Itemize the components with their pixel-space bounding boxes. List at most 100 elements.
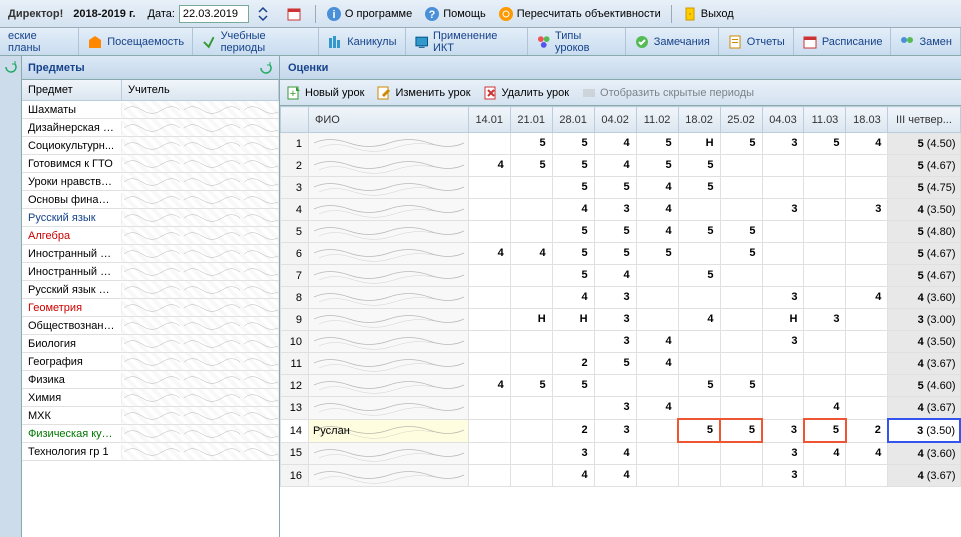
grade-cell[interactable] bbox=[804, 375, 846, 397]
grade-cell[interactable] bbox=[804, 353, 846, 375]
grade-cell[interactable]: 5 bbox=[594, 353, 636, 375]
grade-cell[interactable]: 4 bbox=[552, 287, 594, 309]
grade-cell[interactable]: 3 bbox=[762, 419, 804, 442]
grade-cell[interactable]: 4 bbox=[636, 353, 678, 375]
grade-cell[interactable] bbox=[636, 465, 678, 487]
grade-cell[interactable]: 4 bbox=[468, 155, 510, 177]
grade-cell[interactable]: 5 bbox=[720, 221, 762, 243]
subject-row[interactable]: Готовимся к ГТО bbox=[22, 155, 279, 173]
grade-cell[interactable] bbox=[510, 265, 552, 287]
refresh-subjects-icon[interactable] bbox=[259, 61, 273, 75]
grade-cell[interactable]: 3 bbox=[762, 287, 804, 309]
grade-cell[interactable] bbox=[678, 243, 720, 265]
subject-row[interactable]: Иностранный яз... bbox=[22, 263, 279, 281]
nav-ikt[interactable]: Применение ИКТ bbox=[406, 28, 528, 55]
grade-cell[interactable]: 4 bbox=[594, 133, 636, 155]
grade-cell[interactable] bbox=[468, 331, 510, 353]
subject-row[interactable]: Технология гр 1 bbox=[22, 443, 279, 461]
subject-row[interactable]: Иностранный яз... bbox=[22, 245, 279, 263]
grade-cell[interactable]: 3 bbox=[762, 199, 804, 221]
grade-cell[interactable]: 5 bbox=[720, 243, 762, 265]
grade-cell[interactable] bbox=[846, 243, 888, 265]
grade-cell[interactable] bbox=[846, 265, 888, 287]
grade-cell[interactable]: 3 bbox=[594, 199, 636, 221]
grade-cell[interactable]: 5 bbox=[552, 221, 594, 243]
grade-cell[interactable] bbox=[762, 243, 804, 265]
about-button[interactable]: iО программе bbox=[326, 6, 412, 22]
grade-cell[interactable] bbox=[804, 465, 846, 487]
grade-cell[interactable]: 2 bbox=[552, 353, 594, 375]
edit-lesson-button[interactable]: Изменить урок bbox=[376, 85, 470, 101]
grade-cell[interactable] bbox=[846, 309, 888, 331]
grade-cell[interactable]: 4 bbox=[594, 265, 636, 287]
grade-cell[interactable]: 4 bbox=[636, 177, 678, 199]
grade-cell[interactable] bbox=[678, 465, 720, 487]
grade-cell[interactable]: 4 bbox=[846, 287, 888, 309]
date-header[interactable]: 04.02 bbox=[594, 107, 636, 133]
grade-cell[interactable] bbox=[468, 177, 510, 199]
subject-row[interactable]: Физическая кул... bbox=[22, 425, 279, 443]
grade-cell[interactable]: 3 bbox=[762, 465, 804, 487]
grade-cell[interactable] bbox=[468, 265, 510, 287]
grade-cell[interactable] bbox=[468, 133, 510, 155]
grade-cell[interactable] bbox=[510, 331, 552, 353]
grade-row[interactable]: 24554555 (4.67) bbox=[281, 155, 961, 177]
grade-cell[interactable]: 3 bbox=[594, 287, 636, 309]
subject-row[interactable]: География bbox=[22, 353, 279, 371]
grade-cell[interactable] bbox=[468, 309, 510, 331]
grade-cell[interactable] bbox=[468, 442, 510, 465]
grade-cell[interactable] bbox=[762, 177, 804, 199]
grade-cell[interactable]: 5 bbox=[678, 177, 720, 199]
nav-schedule[interactable]: Расписание bbox=[794, 28, 892, 55]
grade-cell[interactable]: 3 bbox=[762, 331, 804, 353]
subject-row[interactable]: Уроки нравстве... bbox=[22, 173, 279, 191]
subject-row[interactable]: Обществознание bbox=[22, 317, 279, 335]
grade-cell[interactable]: 4 bbox=[636, 331, 678, 353]
grade-cell[interactable]: 4 bbox=[804, 442, 846, 465]
grade-cell[interactable]: 3 bbox=[804, 309, 846, 331]
grade-cell[interactable] bbox=[636, 375, 678, 397]
subject-row[interactable]: Русский язык bbox=[22, 209, 279, 227]
date-spinner[interactable] bbox=[255, 6, 274, 22]
grade-cell[interactable] bbox=[678, 199, 720, 221]
grade-cell[interactable] bbox=[846, 155, 888, 177]
grade-row[interactable]: 843344 (3.60) bbox=[281, 287, 961, 309]
grade-row[interactable]: 75455 (4.67) bbox=[281, 265, 961, 287]
grade-cell[interactable] bbox=[468, 419, 510, 442]
subject-row[interactable]: Биология bbox=[22, 335, 279, 353]
delete-lesson-button[interactable]: Удалить урок bbox=[483, 85, 569, 101]
grade-cell[interactable] bbox=[510, 353, 552, 375]
date-input[interactable] bbox=[179, 5, 249, 23]
grade-cell[interactable]: 3 bbox=[594, 397, 636, 420]
grade-cell[interactable]: 4 bbox=[594, 155, 636, 177]
grade-cell[interactable]: 5 bbox=[594, 243, 636, 265]
grade-cell[interactable]: 3 bbox=[846, 199, 888, 221]
grade-cell[interactable] bbox=[636, 287, 678, 309]
grade-cell[interactable]: 4 bbox=[804, 397, 846, 420]
date-header[interactable]: 11.02 bbox=[636, 107, 678, 133]
date-header[interactable]: 25.02 bbox=[720, 107, 762, 133]
grade-cell[interactable]: Н bbox=[552, 309, 594, 331]
subject-row[interactable]: Социокультурн... bbox=[22, 137, 279, 155]
subject-row[interactable]: Алгебра bbox=[22, 227, 279, 245]
grade-cell[interactable] bbox=[468, 397, 510, 420]
grade-cell[interactable] bbox=[720, 331, 762, 353]
date-header[interactable]: 28.01 bbox=[552, 107, 594, 133]
grade-cell[interactable] bbox=[846, 353, 888, 375]
grade-row[interactable]: 15343444 (3.60) bbox=[281, 442, 961, 465]
grade-cell[interactable]: Н bbox=[678, 133, 720, 155]
grade-cell[interactable]: 5 bbox=[804, 419, 846, 442]
grade-cell[interactable]: 5 bbox=[720, 419, 762, 442]
grade-cell[interactable] bbox=[720, 309, 762, 331]
grade-cell[interactable] bbox=[510, 177, 552, 199]
grade-cell[interactable] bbox=[720, 442, 762, 465]
grade-cell[interactable] bbox=[762, 375, 804, 397]
grade-cell[interactable] bbox=[846, 177, 888, 199]
calendar-icon[interactable] bbox=[286, 6, 305, 22]
grade-cell[interactable] bbox=[846, 375, 888, 397]
grade-row[interactable]: 112544 (3.67) bbox=[281, 353, 961, 375]
grade-cell[interactable]: 3 bbox=[762, 133, 804, 155]
grade-row[interactable]: 15545Н53545 (4.50) bbox=[281, 133, 961, 155]
date-header[interactable]: 21.01 bbox=[510, 107, 552, 133]
grade-cell[interactable]: 3 bbox=[594, 419, 636, 442]
